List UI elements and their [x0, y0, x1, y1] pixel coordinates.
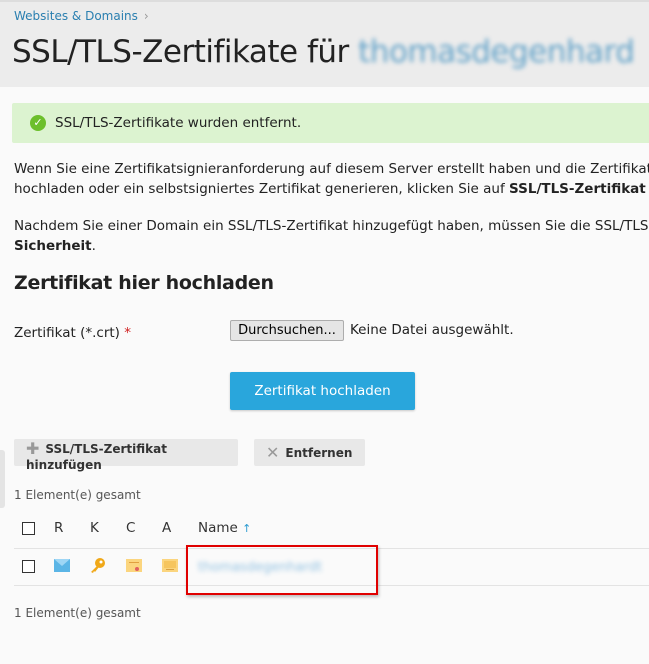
- required-marker: *: [124, 325, 131, 341]
- column-c[interactable]: C: [126, 520, 135, 536]
- intro-paragraph-2: Nachdem Sie einer Domain ein SSL/TLS-Zer…: [14, 216, 649, 256]
- column-k[interactable]: K: [90, 520, 99, 536]
- plus-icon: ✚: [26, 439, 40, 458]
- no-file-text: Keine Datei ausgewählt.: [350, 322, 514, 338]
- intro-end: .: [91, 238, 96, 254]
- add-certificate-button[interactable]: ✚ SSL/TLS-Zertifikat hinzufügen: [14, 439, 238, 472]
- browse-button[interactable]: Durchsuchen...: [230, 320, 344, 341]
- envelope-icon: [54, 559, 70, 572]
- highlight-annotation-box: [186, 545, 378, 595]
- success-message: SSL/TLS-Zertifikate wurden entfernt.: [55, 115, 302, 131]
- domain-name-blurred: thomasdegenhard: [358, 34, 635, 70]
- column-name[interactable]: Name ↑: [198, 520, 251, 536]
- intro-line: Wenn Sie eine Zertifikatsignieranforderu…: [14, 161, 649, 177]
- check-circle-icon: ✓: [30, 115, 46, 131]
- remove-button[interactable]: ✕ Entfernen: [254, 439, 365, 466]
- label-text: Zertifikat (*.crt): [14, 325, 120, 341]
- row-checkbox[interactable]: [22, 560, 35, 573]
- success-alert: ✓ SSL/TLS-Zertifikate wurden entfernt.: [12, 103, 649, 143]
- select-all-checkbox[interactable]: [22, 522, 35, 535]
- page-header: Websites & Domains › SSL/TLS-Zertifikate …: [0, 0, 649, 87]
- x-icon: ✕: [266, 443, 280, 462]
- breadcrumb-websites-domains[interactable]: Websites & Domains: [14, 9, 138, 23]
- intro-line: hochladen oder ein selbstsigniertes Zert…: [14, 181, 509, 197]
- column-r[interactable]: R: [54, 520, 63, 536]
- certificate-field-label: Zertifikat (*.crt) *: [14, 325, 131, 341]
- intro-paragraph-1: Wenn Sie eine Zertifikatsignieranforderu…: [14, 159, 649, 199]
- breadcrumb: Websites & Domains ›: [14, 9, 149, 23]
- upload-certificate-button[interactable]: Zertifikat hochladen: [230, 372, 415, 410]
- intro-bold-link: SSL/TLS-Zertifikat hinzuf: [509, 181, 649, 197]
- title-text: SSL/TLS-Zertifikate für: [12, 34, 349, 70]
- key-icon: [91, 558, 105, 573]
- column-a[interactable]: A: [162, 520, 171, 536]
- intro-line: Nachdem Sie einer Domain ein SSL/TLS-Zer…: [14, 218, 649, 234]
- intro-bold: Sicherheit: [14, 238, 92, 254]
- page-title: SSL/TLS-Zertifikate für thomasdegenhard: [12, 34, 635, 70]
- certificate-icon: [126, 559, 142, 572]
- chevron-right-icon: ›: [143, 9, 149, 23]
- remove-label: Entfernen: [285, 446, 353, 460]
- item-count-top: 1 Element(e) gesamt: [14, 488, 141, 502]
- side-panel-handle[interactable]: [0, 450, 5, 508]
- add-label: SSL/TLS-Zertifikat hinzufügen: [26, 442, 167, 472]
- name-header: Name: [198, 520, 238, 536]
- item-count-bottom: 1 Element(e) gesamt: [14, 606, 141, 620]
- ca-icon: [162, 559, 178, 572]
- upload-heading: Zertifikat hier hochladen: [14, 272, 274, 294]
- sort-ascending-icon: ↑: [242, 522, 252, 535]
